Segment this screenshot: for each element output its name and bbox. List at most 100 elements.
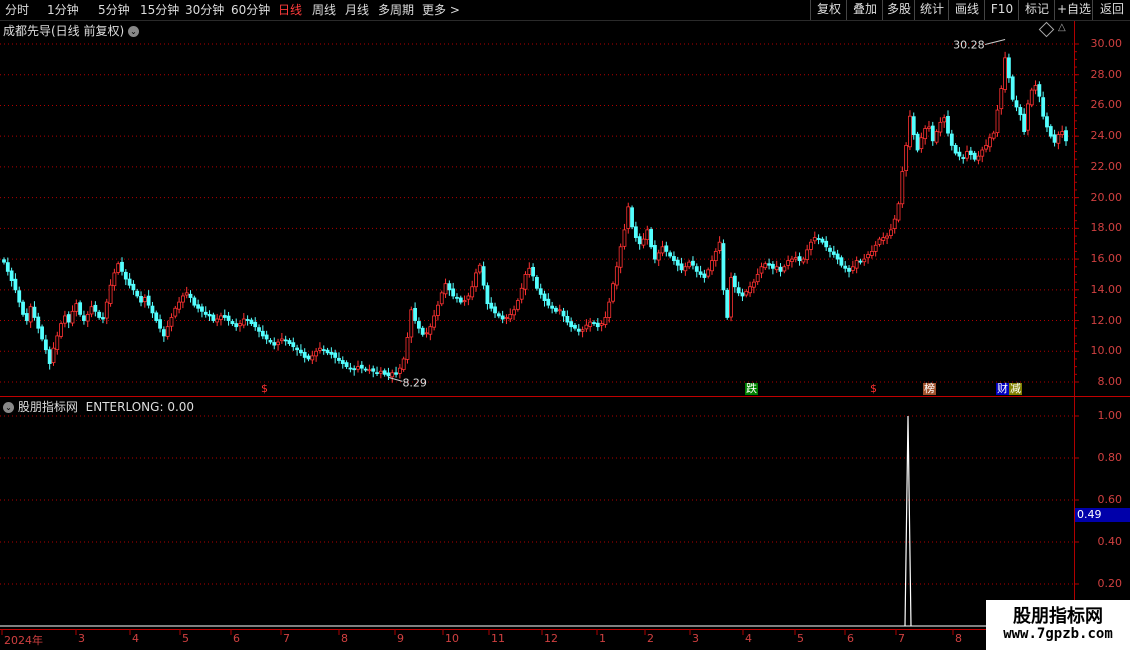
candle-body <box>885 235 889 239</box>
candle-body <box>599 323 604 326</box>
signal-marker[interactable]: $ <box>869 383 878 395</box>
candle-body <box>546 298 551 306</box>
candle-body <box>831 251 836 255</box>
candle-body <box>367 369 372 372</box>
candle-body <box>622 229 627 247</box>
candle-body <box>74 303 79 312</box>
candle-body <box>436 304 440 316</box>
candle-body <box>1060 131 1065 136</box>
signal-marker[interactable]: $ <box>260 383 269 395</box>
candle-body <box>78 302 83 315</box>
candle-body <box>999 88 1004 110</box>
candle-body <box>264 334 269 340</box>
candle-body <box>9 270 14 281</box>
candle-body <box>222 315 227 318</box>
candle-body <box>561 310 566 317</box>
candle-body <box>881 237 886 241</box>
candle-body <box>386 372 391 377</box>
signal-marker[interactable]: 跌 <box>745 383 758 395</box>
candle-body <box>588 321 593 327</box>
candle-body <box>394 372 398 375</box>
candle-body <box>382 370 387 375</box>
candle-body <box>390 372 395 378</box>
candle-body <box>592 322 596 325</box>
candle-body <box>200 306 204 312</box>
candle-body <box>401 358 406 370</box>
candle-body <box>824 240 829 248</box>
candle-body <box>942 117 947 123</box>
candle-body <box>736 287 741 294</box>
candlestick-chart[interactable]: 30.28 8.29 <box>0 0 1130 650</box>
candle-body <box>877 238 882 245</box>
candle-body <box>424 332 429 335</box>
candle-body <box>340 360 345 364</box>
candle-body <box>146 295 151 306</box>
candle-body <box>515 300 520 310</box>
candle-body <box>378 370 383 374</box>
enterlong-signal-spike <box>904 415 912 627</box>
candle-body <box>584 324 589 330</box>
candle-body <box>554 307 558 312</box>
candle-body <box>1048 126 1053 137</box>
signal-marker[interactable]: 榜 <box>923 383 936 395</box>
candle-body <box>557 309 562 312</box>
candle-body <box>188 293 193 298</box>
candle-body <box>538 288 543 295</box>
candle-body <box>428 326 433 335</box>
candle-body <box>142 297 147 303</box>
candle-body <box>892 218 897 229</box>
candle-body <box>809 241 813 250</box>
candle-body <box>675 259 680 266</box>
candle-body <box>17 290 22 303</box>
candle-body <box>196 304 201 309</box>
candle-body <box>291 342 296 348</box>
candle-body <box>1052 134 1057 143</box>
candle-body <box>786 260 791 266</box>
candle-body <box>344 362 349 368</box>
candle-body <box>481 266 486 286</box>
candle-body <box>314 350 319 357</box>
signal-marker[interactable]: 减 <box>1009 383 1022 395</box>
candle-body <box>504 317 509 319</box>
candle-body <box>1018 107 1023 116</box>
candle-body <box>238 323 242 327</box>
candle-body <box>253 321 258 328</box>
candle-body <box>946 115 950 134</box>
candle-body <box>748 286 752 294</box>
candle-body <box>1056 134 1061 144</box>
candle-body <box>131 283 136 291</box>
candle-body <box>565 315 570 323</box>
candle-body <box>919 137 924 150</box>
candle-body <box>154 312 159 321</box>
candle-body <box>550 305 555 309</box>
candle-body <box>774 266 779 271</box>
candle-body <box>755 274 760 283</box>
candle-body <box>896 203 901 221</box>
candle-body <box>97 311 102 318</box>
signal-marker[interactable]: 财 <box>996 383 1009 395</box>
candle-body <box>439 292 444 305</box>
candle-body <box>1029 89 1034 106</box>
candle-body <box>451 288 456 297</box>
candle-body <box>348 367 353 370</box>
candle-body <box>1007 57 1011 79</box>
candle-body <box>371 368 376 372</box>
candle-body <box>230 321 235 325</box>
candle-body <box>725 289 730 318</box>
candle-body <box>443 283 448 295</box>
candle-body <box>653 245 657 260</box>
candle-body <box>36 316 41 329</box>
candle-body <box>512 309 516 316</box>
candle-body <box>771 263 775 269</box>
candle-body <box>1045 116 1049 128</box>
candle-body <box>991 132 996 139</box>
candle-body <box>614 266 619 286</box>
candle-body <box>641 238 646 246</box>
candle-body <box>862 258 867 263</box>
candle-body <box>580 329 585 332</box>
candle-body <box>744 290 749 296</box>
candle-body <box>691 260 695 266</box>
candle-body <box>843 265 848 269</box>
candle-body <box>1026 103 1030 131</box>
candle-body <box>698 271 703 275</box>
